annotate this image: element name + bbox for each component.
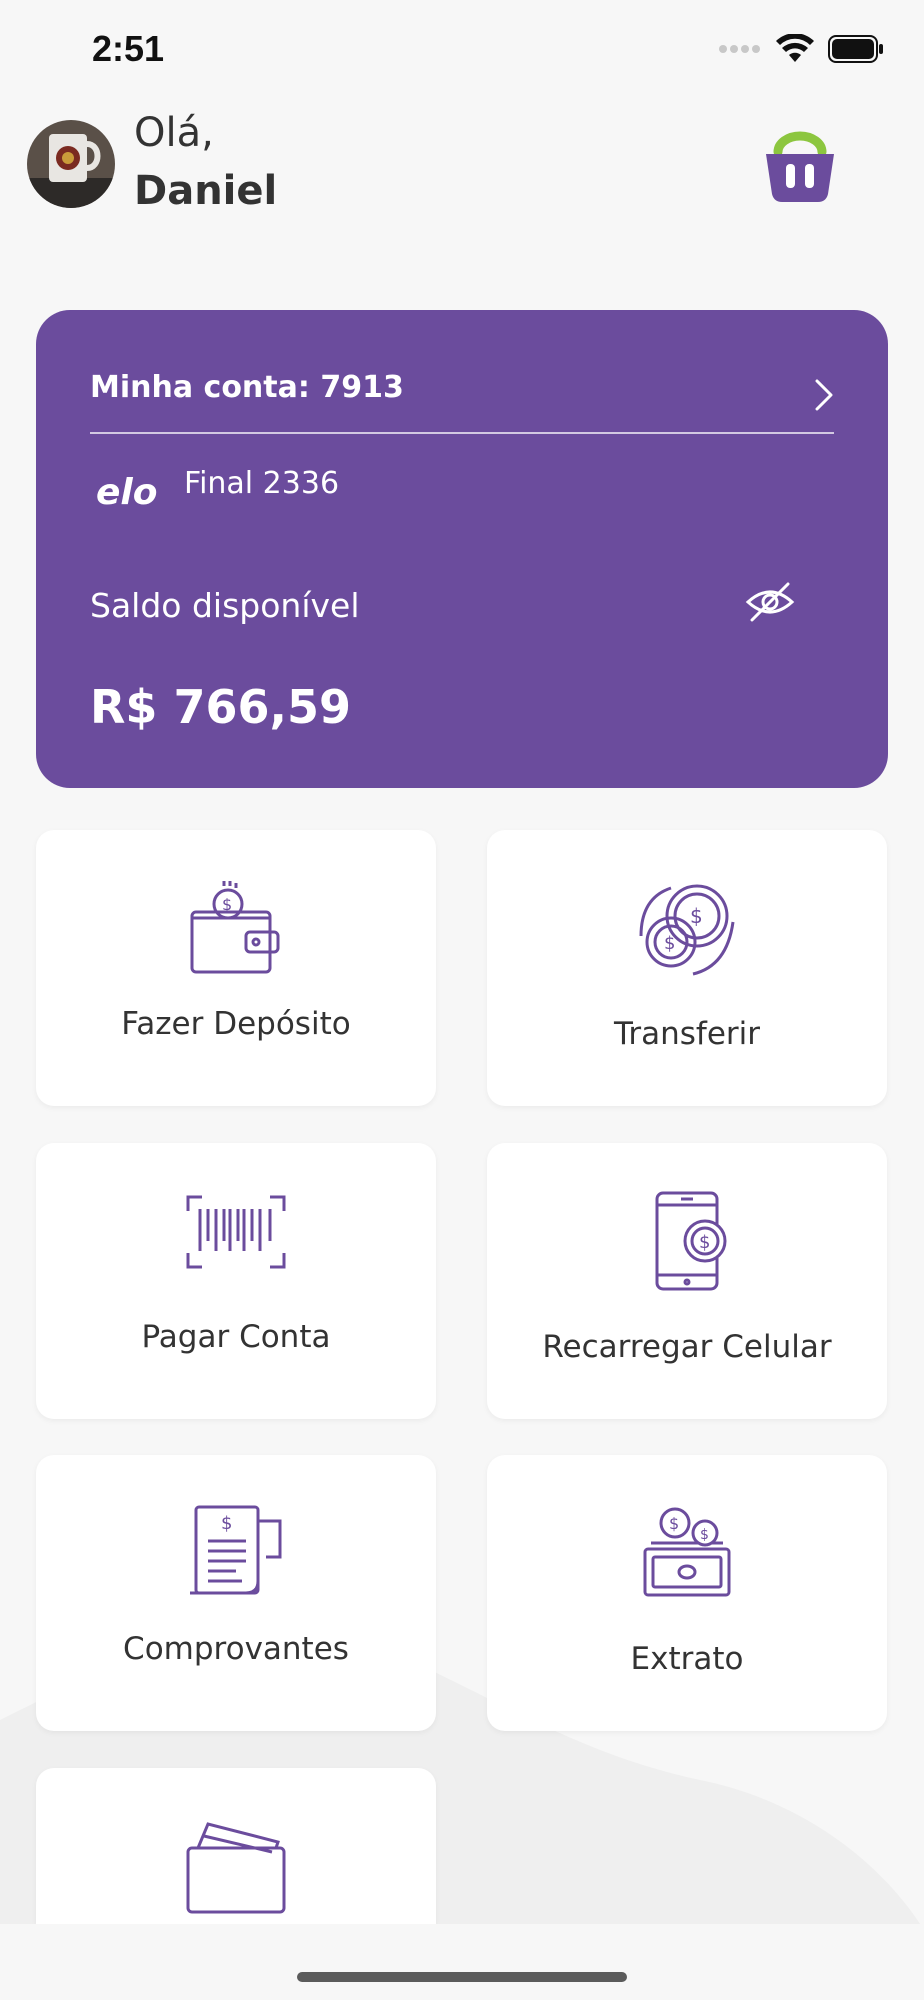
svg-text:elo: elo: [96, 472, 158, 513]
user-name: Daniel: [134, 168, 278, 214]
phone-recharge-icon: $: [655, 1191, 727, 1291]
status-time: 2:51: [92, 28, 165, 69]
signal-icon: [719, 45, 760, 53]
svg-text:$: $: [669, 1514, 679, 1533]
phone-recharge-label: Recarregar Celular: [542, 1329, 832, 1365]
account-row[interactable]: Minha conta: 7913: [90, 362, 834, 434]
transfer-button[interactable]: $ $ Transferir: [487, 830, 887, 1106]
eye-off-icon[interactable]: [742, 574, 798, 630]
deposit-button[interactable]: $ Fazer Depósito: [36, 830, 436, 1106]
balance-value: R$ 766,59: [90, 680, 351, 734]
wifi-icon: [776, 34, 814, 62]
cards-wallet-icon: [186, 1822, 286, 1914]
header: Olá, Daniel: [0, 110, 924, 230]
barcode-icon: [186, 1195, 286, 1269]
svg-text:$: $: [664, 933, 675, 954]
deposit-label: Fazer Depósito: [121, 1006, 351, 1042]
receipts-button[interactable]: $ Comprovantes: [36, 1455, 436, 1731]
receipt-icon: $: [190, 1505, 282, 1595]
battery-icon: [828, 35, 883, 63]
pay-bill-label: Pagar Conta: [141, 1319, 331, 1355]
status-bar: 2:51: [0, 0, 924, 100]
receipts-label: Comprovantes: [123, 1631, 349, 1667]
wallet-deposit-icon: $: [190, 881, 280, 974]
chevron-right-icon: [815, 379, 833, 411]
svg-text:$: $: [690, 904, 703, 928]
svg-text:$: $: [222, 895, 232, 914]
account-card[interactable]: Minha conta: 7913 elo Final 2336 Saldo d…: [36, 310, 888, 788]
card-final-digits: Final 2336: [184, 466, 340, 501]
pay-bill-button[interactable]: Pagar Conta: [36, 1143, 436, 1419]
account-number-label: Minha conta: 7913: [90, 370, 404, 405]
svg-text:$: $: [221, 1513, 232, 1534]
status-icons: [718, 34, 884, 64]
greeting-text: Olá,: [134, 110, 214, 156]
bottom-safe-area: [0, 1924, 924, 2000]
statement-cash-icon: $ $: [643, 1507, 731, 1597]
home-indicator[interactable]: [297, 1972, 627, 1982]
cards-button[interactable]: [36, 1768, 436, 1924]
coins-transfer-icon: $ $: [639, 884, 735, 976]
statement-button[interactable]: $ $ Extrato: [487, 1455, 887, 1731]
shopping-basket-icon[interactable]: [760, 130, 840, 210]
elo-logo-icon: elo: [96, 472, 158, 513]
avatar[interactable]: [27, 120, 115, 208]
svg-text:$: $: [699, 1232, 710, 1253]
transfer-label: Transferir: [613, 1016, 760, 1052]
svg-text:$: $: [700, 1527, 709, 1543]
statement-label: Extrato: [630, 1641, 744, 1677]
balance-label: Saldo disponível: [90, 586, 360, 625]
phone-recharge-button[interactable]: $ Recarregar Celular: [487, 1143, 887, 1419]
